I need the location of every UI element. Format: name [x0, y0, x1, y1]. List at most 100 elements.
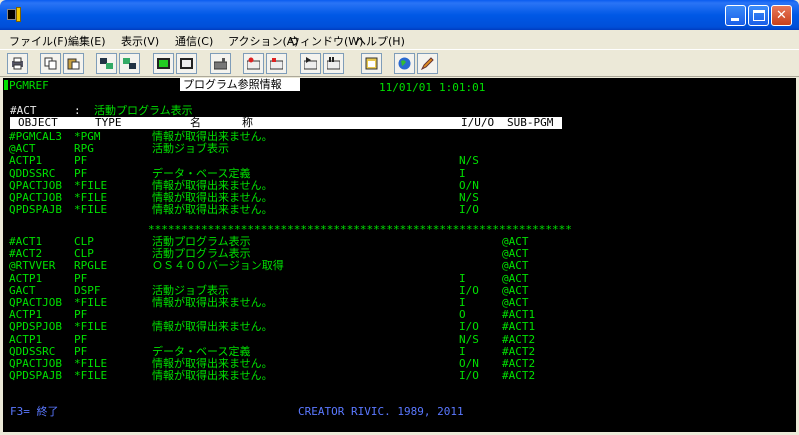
- iuo-cell: N/S: [459, 154, 479, 168]
- object-cell: GACT: [9, 283, 36, 297]
- header-name-1: 名: [190, 116, 201, 129]
- close-button[interactable]: ✕: [771, 5, 792, 26]
- header-object: OBJECT: [18, 116, 58, 129]
- type-cell: *FILE: [74, 191, 108, 204]
- title-bar: ✕: [0, 0, 799, 30]
- name-cell: 情報が取得出来ません。: [152, 296, 273, 309]
- minimize-icon: [731, 18, 739, 21]
- minimize-button[interactable]: [725, 5, 746, 26]
- menu-edit[interactable]: 編集(E): [68, 33, 106, 49]
- pause-icon: [327, 57, 340, 70]
- paste-icon: [67, 58, 80, 70]
- header-name-2: 称: [242, 116, 253, 129]
- pause-button[interactable]: [323, 53, 344, 74]
- iuo-cell: I/O: [459, 283, 479, 297]
- name-cell: データ・ベース定義: [152, 344, 251, 358]
- subpgm-cell: @ACT: [502, 271, 529, 285]
- edit-button[interactable]: [417, 53, 438, 74]
- menu-file[interactable]: ファイル(F): [9, 33, 68, 49]
- maximize-button[interactable]: [748, 5, 769, 26]
- type-cell: RPG: [74, 142, 94, 156]
- stop-button[interactable]: [266, 53, 287, 74]
- name-cell: 情報が取得出来ません。: [152, 369, 273, 383]
- type-cell: *FILE: [74, 369, 108, 383]
- paste-button[interactable]: [63, 53, 84, 74]
- display-button[interactable]: [176, 53, 197, 74]
- print-button[interactable]: [7, 53, 28, 74]
- menu-communication[interactable]: 通信(C): [175, 33, 213, 49]
- type-cell: *FILE: [74, 296, 108, 309]
- menu-action[interactable]: アクション(A): [228, 33, 299, 49]
- object-cell: QPACTJOB: [9, 357, 62, 370]
- type-cell: CLP: [74, 235, 94, 248]
- receive-icon: [123, 58, 136, 69]
- subpgm-cell: @ACT: [502, 235, 529, 248]
- toolbar: [0, 49, 799, 77]
- print-icon: [12, 57, 23, 70]
- cursor: [4, 80, 8, 90]
- type-cell: PF: [74, 154, 88, 168]
- object-cell: QPDSPAJB: [9, 203, 62, 217]
- record-button[interactable]: [243, 53, 264, 74]
- menu-help[interactable]: ヘルプ(H): [355, 33, 405, 49]
- f3-exit-key[interactable]: F3= 終了: [10, 406, 59, 418]
- object-cell: QPACTJOB: [9, 191, 62, 204]
- copy-button[interactable]: [40, 53, 61, 74]
- object-cell: QPDSPAJB: [9, 369, 62, 383]
- iuo-cell: O: [459, 308, 466, 322]
- display-icon: [180, 58, 193, 69]
- iuo-cell: I/O: [459, 320, 479, 334]
- program-name: PGMREF: [9, 79, 49, 92]
- copy-icon: [44, 57, 57, 70]
- time: 1:01:01: [439, 81, 486, 94]
- iuo-cell: O/N: [459, 357, 479, 370]
- send-button[interactable]: [96, 53, 117, 74]
- iuo-cell: I/O: [459, 369, 479, 383]
- menu-window[interactable]: ウィンドウ(W): [289, 33, 363, 49]
- type-cell: RPGLE: [74, 259, 108, 273]
- play-icon: [304, 57, 317, 70]
- subpgm-cell: #ACT2: [502, 344, 536, 358]
- header-iuo: I/U/O: [461, 116, 495, 129]
- subpgm-cell: @ACT: [502, 259, 529, 273]
- name-cell: 情報が取得出来ません。: [152, 320, 273, 334]
- menu-view[interactable]: 表示(V): [121, 33, 159, 49]
- header-type: TYPE: [95, 116, 122, 129]
- name-cell: 情報が取得出来ません。: [152, 203, 273, 217]
- receive-button[interactable]: [119, 53, 140, 74]
- type-cell: *FILE: [74, 320, 108, 334]
- play-button[interactable]: [300, 53, 321, 74]
- terminal-screen[interactable]: PGMREF プログラム参照情報 11/01/01 1:01:01 #ACT :…: [3, 78, 796, 432]
- app-icon: [6, 7, 22, 23]
- object-cell: ACTP1: [9, 154, 43, 168]
- subpgm-cell: #ACT2: [502, 332, 536, 346]
- date: 11/01/01: [379, 81, 432, 94]
- type-cell: PF: [74, 271, 88, 285]
- name-cell: 活動ジョブ表示: [152, 283, 229, 297]
- globe-button[interactable]: [394, 53, 415, 74]
- name-cell: 活動プログラム表示: [152, 247, 251, 261]
- type-cell: *FILE: [74, 203, 108, 217]
- type-cell: *FILE: [74, 357, 108, 370]
- macro-button[interactable]: [153, 53, 174, 74]
- iuo-cell: N/S: [459, 191, 479, 204]
- type-cell: PF: [74, 308, 88, 322]
- object-cell: @ACT: [9, 142, 36, 156]
- type-cell: CLP: [74, 247, 94, 261]
- subpgm-cell: @ACT: [502, 247, 529, 261]
- subpgm-cell: #ACT1: [502, 308, 536, 322]
- clipboard-button[interactable]: [361, 53, 382, 74]
- menu-bar: ファイル(F) 編集(E) 表示(V) 通信(C) アクション(A) ウィンドウ…: [0, 30, 799, 49]
- subpgm-cell: @ACT: [502, 283, 529, 297]
- name-cell: 活動ジョブ表示: [152, 142, 229, 156]
- object-cell: #PGMCAL3: [9, 130, 62, 143]
- type-cell: DSPF: [74, 283, 101, 297]
- object-cell: ACTP1: [9, 271, 43, 285]
- iuo-cell: O/N: [459, 178, 479, 192]
- keyboard-button[interactable]: [210, 53, 231, 74]
- name-cell: 情報が取得出来ません。: [152, 178, 273, 192]
- type-cell: PF: [74, 166, 88, 180]
- object-cell: ACTP1: [9, 308, 43, 322]
- close-icon: ✕: [776, 8, 787, 23]
- object-cell: #ACT1: [9, 235, 43, 248]
